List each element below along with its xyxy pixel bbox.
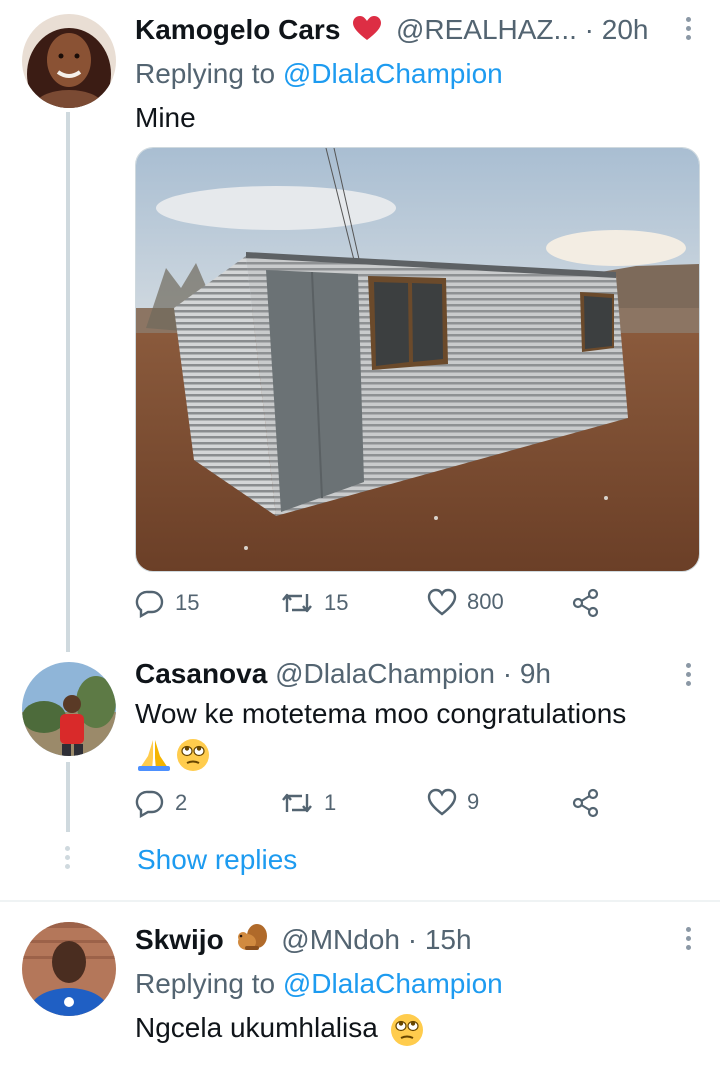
tweet-text: Wow ke motetema moo congratulations [135, 698, 627, 729]
replying-to-line: Replying to @DlalaChampion [135, 966, 503, 1002]
heart-icon [427, 788, 457, 816]
reply-count: 2 [175, 790, 188, 815]
like-count: 800 [467, 589, 504, 614]
share-icon [572, 788, 599, 818]
tweet-header: Casanova @DlalaChampion · 9h [135, 656, 551, 692]
retweet-count: 15 [324, 590, 349, 615]
like-action[interactable]: 9 [427, 788, 479, 816]
more-options-icon[interactable] [684, 927, 692, 950]
timestamp[interactable]: 20h [602, 14, 649, 45]
tweet-casanova[interactable]: Casanova @DlalaChampion · 9h Wow ke mote… [0, 650, 720, 900]
retweet-action[interactable]: 1 [280, 788, 336, 818]
replying-to-label: Replying to [135, 58, 276, 89]
reply-count: 15 [175, 590, 200, 615]
share-action[interactable] [571, 788, 601, 818]
share-icon [572, 588, 599, 618]
reply-icon [135, 590, 164, 618]
tweet-actions: 15 15 800 [135, 588, 615, 624]
replying-to-link[interactable]: @DlalaChampion [283, 968, 503, 999]
retweet-icon [282, 793, 312, 813]
avatar[interactable] [22, 14, 116, 108]
retweet-icon [282, 593, 312, 613]
replying-to-link[interactable]: @DlalaChampion [283, 58, 503, 89]
timestamp[interactable]: 15h [425, 924, 472, 955]
tweet-skwijo[interactable]: Skwijo @MNdoh · 15h Replying to @DlalaCh… [0, 910, 720, 1068]
reply-icon [135, 790, 164, 818]
tweet-kamogelo[interactable]: Kamogelo Cars @REALHAZ... · 20h Replying… [0, 0, 720, 650]
display-name[interactable]: Kamogelo Cars [135, 14, 340, 45]
separator-dot: · [407, 924, 418, 955]
separator-dot: · [584, 14, 594, 45]
tweet-header: Skwijo @MNdoh · 15h [135, 922, 472, 961]
rolling-eyes-emoji-icon [390, 1013, 423, 1046]
retweet-count: 1 [324, 790, 337, 815]
more-options-icon[interactable] [684, 17, 692, 40]
chipmunk-emoji-icon [235, 922, 269, 961]
user-handle[interactable]: @MNdoh [281, 924, 400, 955]
display-name[interactable]: Skwijo [135, 924, 224, 955]
user-handle[interactable]: @DlalaChampion [275, 658, 495, 689]
red-heart-icon [352, 14, 382, 50]
avatar[interactable] [22, 662, 116, 756]
tweet-text: Mine [135, 102, 196, 133]
replying-to-line: Replying to @DlalaChampion [135, 56, 503, 92]
display-name[interactable]: Casanova [135, 658, 267, 689]
reply-action[interactable]: 2 [135, 788, 187, 818]
heart-icon [427, 588, 457, 616]
tweet-divider [0, 900, 720, 902]
folded-hands-emoji-icon [138, 740, 170, 771]
tweet-header: Kamogelo Cars @REALHAZ... · 20h [135, 12, 648, 50]
tweet-emojis [136, 738, 210, 772]
like-action[interactable]: 800 [427, 588, 504, 616]
separator-dot: · [502, 658, 513, 689]
tweet-text-line: Ngcela ukumhlalisa [135, 1008, 424, 1048]
tweet-photo[interactable] [135, 147, 700, 572]
retweet-action[interactable]: 15 [280, 588, 348, 618]
replying-to-label: Replying to [135, 968, 276, 999]
like-count: 9 [467, 789, 480, 814]
more-options-icon[interactable] [684, 663, 692, 686]
user-handle[interactable]: @REALHAZ... [396, 14, 577, 45]
tweet-actions: 2 1 9 [135, 788, 615, 824]
tweet-text: Ngcela ukumhlalisa [135, 1012, 378, 1043]
avatar[interactable] [22, 922, 116, 1016]
share-action[interactable] [571, 588, 601, 618]
timestamp[interactable]: 9h [520, 658, 551, 689]
rolling-eyes-emoji-icon [177, 739, 209, 771]
reply-action[interactable]: 15 [135, 588, 199, 618]
show-replies-link[interactable]: Show replies [137, 842, 297, 878]
